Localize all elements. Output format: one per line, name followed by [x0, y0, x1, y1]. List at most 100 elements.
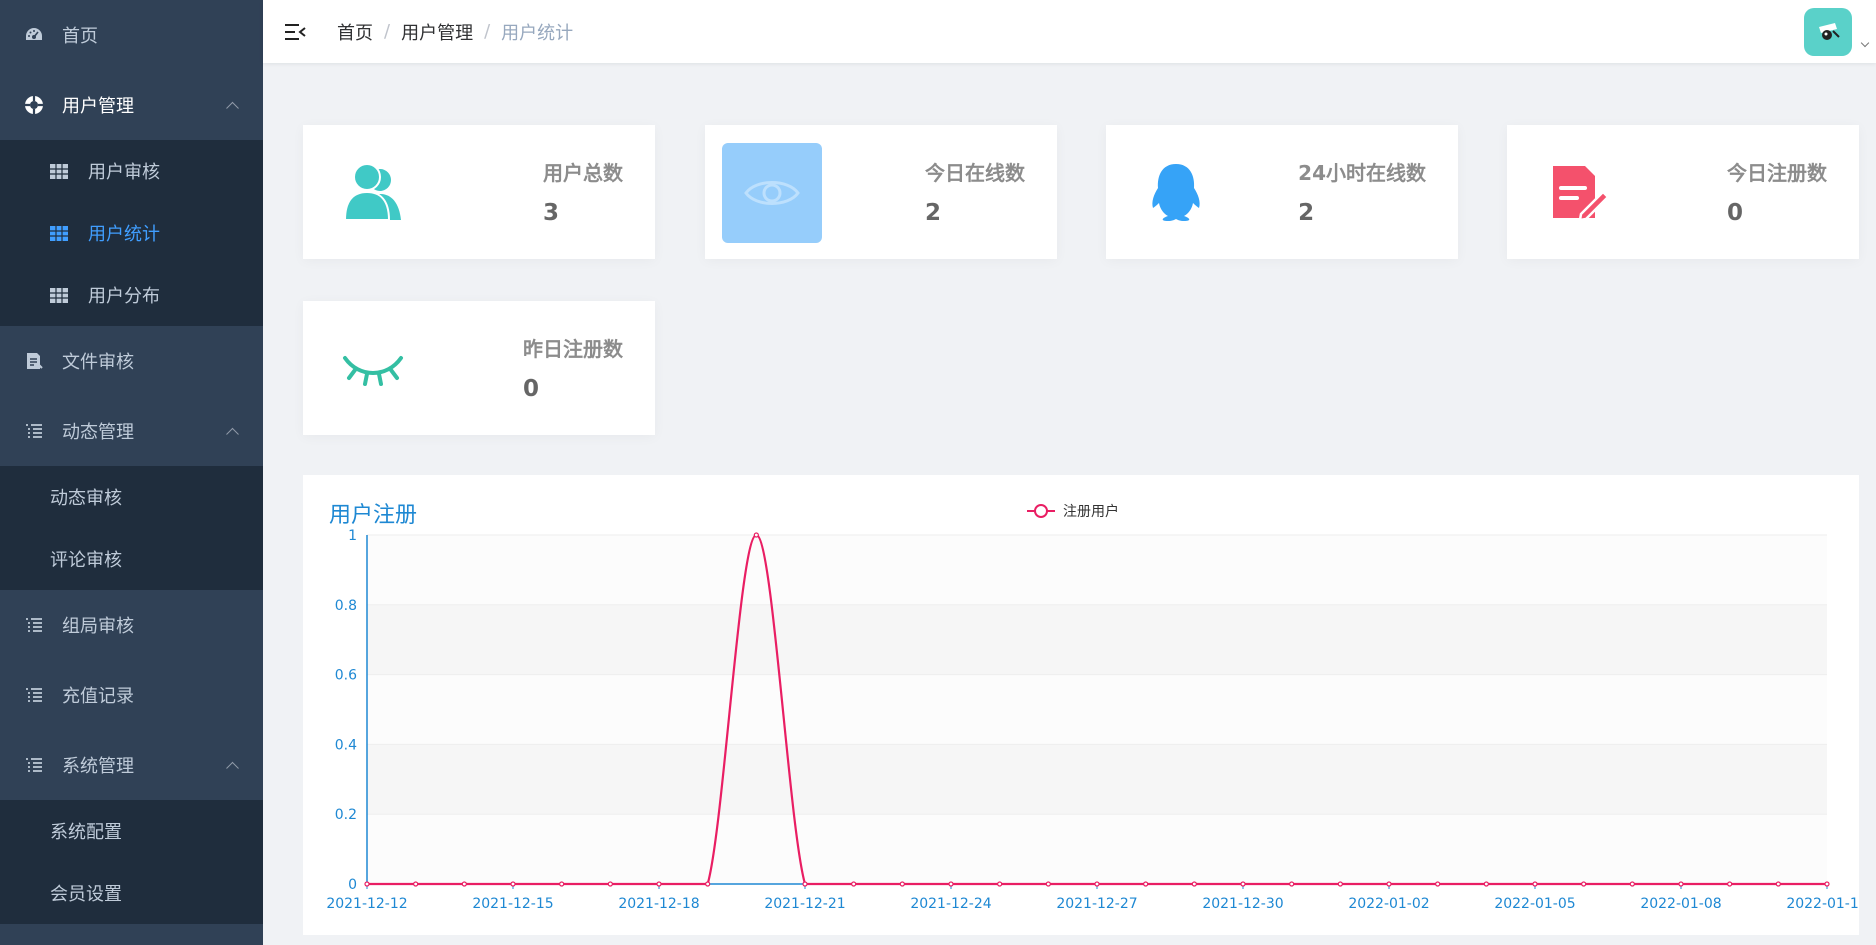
- sidebar-item-comment-review[interactable]: 评论审核: [0, 528, 263, 590]
- legend-marker: [1034, 504, 1048, 518]
- y-tick-label: 1: [348, 528, 357, 544]
- sidebar-item-user-management[interactable]: 用户管理: [0, 70, 263, 140]
- data-point: [1775, 881, 1781, 887]
- data-point: [510, 881, 516, 887]
- stat-text: 今日在线数 2: [925, 157, 1025, 226]
- breadcrumb-home[interactable]: 首页: [337, 19, 373, 45]
- data-point: [1824, 881, 1830, 887]
- chart-band: [367, 604, 1827, 675]
- chart-canvas: 0 0.2 0.4 0.6 0.8 1 2021-12-12 2021-12-15 2021-1…: [326, 503, 1859, 912]
- stat-label: 今日注册数: [1727, 161, 1827, 185]
- sidebar-item-user-statistics[interactable]: 用户统计: [0, 202, 263, 264]
- chart-band: [367, 674, 1827, 745]
- sidebar-item-dynamic-review[interactable]: 动态审核: [0, 466, 263, 528]
- stat-label: 24小时在线数: [1298, 161, 1426, 185]
- eye-icon: [722, 143, 822, 243]
- sidebar-item-user-review[interactable]: 用户审核: [0, 140, 263, 202]
- sidebar-item-label: 会员设置: [50, 884, 122, 905]
- data-point: [1337, 881, 1343, 887]
- stat-label: 用户总数: [543, 161, 623, 185]
- users-icon: [339, 158, 407, 226]
- data-point: [461, 881, 467, 887]
- y-tick-label: 0.2: [335, 807, 357, 823]
- stat-text: 24小时在线数 2: [1298, 157, 1426, 226]
- data-point: [1240, 881, 1246, 887]
- stat-label: 今日在线数: [925, 161, 1025, 185]
- data-point: [1532, 881, 1538, 887]
- sidebar-item-label: 用户分布: [88, 286, 160, 307]
- data-point: [1678, 881, 1684, 887]
- sidebar-item-label: 评论审核: [50, 550, 122, 571]
- stat-text: 昨日注册数 0: [523, 333, 623, 402]
- data-point: [1045, 881, 1051, 887]
- data-point: [997, 881, 1003, 887]
- y-tick-label: 0.4: [335, 737, 357, 753]
- x-tick-label: 2021-12-15: [472, 896, 553, 912]
- x-tick-label: 2021-12-18: [618, 896, 699, 912]
- lifebuoy-icon: [24, 95, 44, 115]
- y-tick-label: 0: [348, 877, 357, 893]
- data-point: [1094, 881, 1100, 887]
- stat-value: 2: [1298, 200, 1315, 226]
- sidebar-item-label: 文件审核: [62, 352, 134, 373]
- x-tick-label: 2022-01-11: [1786, 896, 1859, 912]
- chevron-up-icon: [226, 101, 239, 115]
- stat-card-online-today[interactable]: 今日在线数 2: [705, 125, 1057, 259]
- data-point: [899, 881, 905, 887]
- stat-card-total-users[interactable]: 用户总数 3: [303, 125, 655, 259]
- stat-card-online-24h[interactable]: 24小时在线数 2: [1106, 125, 1458, 259]
- submenu-user-management: 用户审核 用户统计 用户分布: [0, 140, 263, 326]
- sidebar-item-system-management[interactable]: 系统管理: [0, 730, 263, 800]
- sidebar-item-label: 用户管理: [62, 96, 134, 117]
- sidebar-item-file-review[interactable]: 文件审核: [0, 326, 263, 396]
- x-tick-label: 2021-12-30: [1202, 896, 1283, 912]
- sidebar-item-label: 动态管理: [62, 422, 134, 443]
- breadcrumb-user-management[interactable]: 用户管理: [401, 19, 473, 45]
- sidebar-item-dynamic-management[interactable]: 动态管理: [0, 396, 263, 466]
- stat-label: 昨日注册数: [523, 337, 623, 361]
- breadcrumb: 首页 / 用户管理 / 用户统计: [337, 19, 573, 45]
- x-tick-label: 2021-12-21: [764, 896, 845, 912]
- chart-band: [367, 814, 1827, 884]
- list-icon: [24, 421, 44, 441]
- x-tick-label: 2022-01-08: [1640, 896, 1721, 912]
- data-point: [1483, 881, 1489, 887]
- list-icon: [24, 615, 44, 635]
- data-point: [607, 881, 613, 887]
- sidebar-item-system-config[interactable]: 系统配置: [0, 800, 263, 862]
- caret-down-icon[interactable]: [1860, 38, 1870, 48]
- sidebar-item-label: 首页: [62, 26, 98, 47]
- table-icon: [49, 225, 69, 241]
- user-registration-chart: 用户注册 0 0.2 0.4 0.6 0.8 1 2021-12-12 2021-12-15 2…: [303, 475, 1859, 935]
- data-point: [1143, 881, 1149, 887]
- x-tick-label: 2022-01-05: [1494, 896, 1575, 912]
- stat-value: 3: [543, 200, 560, 226]
- hamburger-menu-icon[interactable]: [283, 20, 307, 44]
- data-point: [948, 881, 954, 887]
- stat-card-registered-today[interactable]: 今日注册数 0: [1507, 125, 1859, 259]
- stat-card-registered-yesterday[interactable]: 昨日注册数 0: [303, 301, 655, 435]
- sidebar-item-group-review[interactable]: 组局审核: [0, 590, 263, 660]
- closed-eye-icon: [339, 334, 407, 402]
- sidebar-item-member-settings[interactable]: 会员设置: [0, 862, 263, 924]
- sidebar-item-user-distribution[interactable]: 用户分布: [0, 264, 263, 326]
- sidebar-item-home[interactable]: 首页: [0, 0, 263, 70]
- stat-text: 今日注册数 0: [1727, 157, 1827, 226]
- x-tick-label: 2021-12-27: [1056, 896, 1137, 912]
- avatar[interactable]: [1804, 8, 1852, 56]
- data-point: [1191, 881, 1197, 887]
- sidebar-item-label: 充值记录: [62, 686, 134, 707]
- sidebar-item-recharge-records[interactable]: 充值记录: [0, 660, 263, 730]
- data-point: [1435, 881, 1441, 887]
- sidebar-item-label: 用户统计: [88, 224, 160, 245]
- x-tick-label: 2021-12-12: [326, 896, 407, 912]
- stat-value: 0: [523, 376, 540, 402]
- data-point: [559, 881, 565, 887]
- data-point: [753, 532, 759, 538]
- breadcrumb-separator: /: [384, 21, 391, 42]
- stat-value: 0: [1727, 200, 1744, 226]
- list-icon: [24, 685, 44, 705]
- data-point: [1289, 881, 1295, 887]
- data-point: [656, 881, 662, 887]
- sidebar-item-label: 系统配置: [50, 822, 122, 843]
